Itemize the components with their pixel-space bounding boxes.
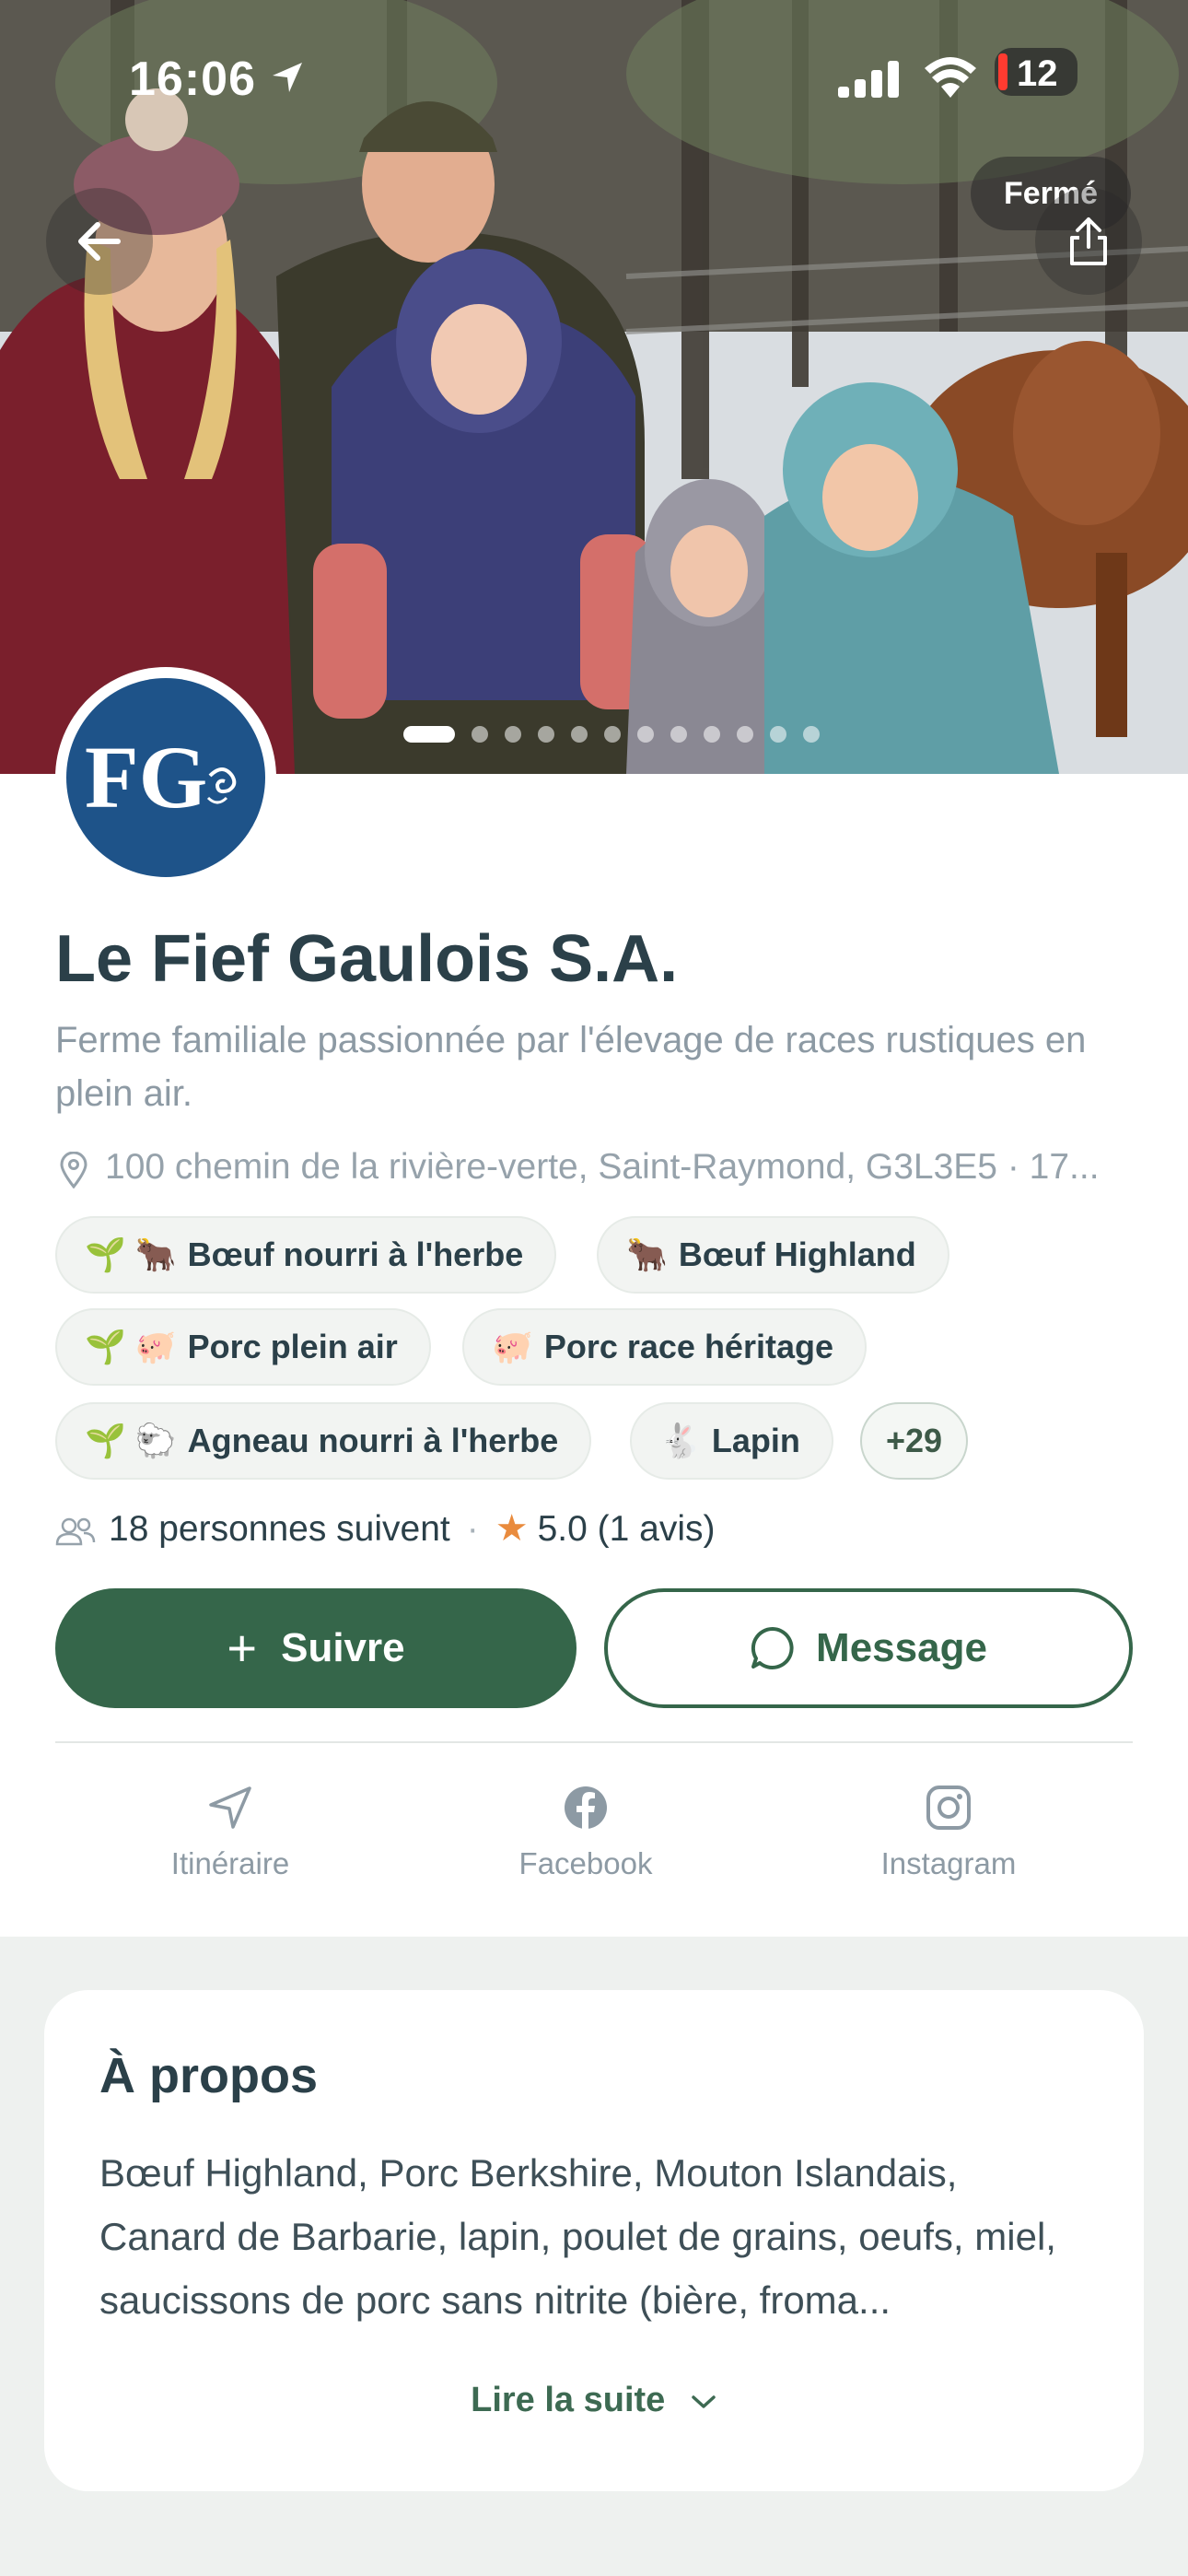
directions-link[interactable]: Itinéraire (111, 1782, 350, 1881)
tag-label: Porc plein air (187, 1328, 398, 1365)
tag-chip[interactable]: 🌱 🐑 Agneau nourri à l'herbe (55, 1402, 592, 1480)
chevron-down-icon (692, 2395, 716, 2408)
address-text: 100 chemin de la rivière-verte, Saint-Ra… (105, 1147, 1100, 1187)
farm-tagline: Ferme familiale passionnée par l'élevage… (55, 1020, 1087, 1114)
follower-rating-stats: 18 personnes suivent · ★ 5.0 (1 avis) (55, 1505, 716, 1551)
people-icon (55, 1517, 96, 1545)
instagram-link[interactable]: Instagram (829, 1782, 1068, 1881)
carousel-dot[interactable] (704, 726, 720, 743)
facebook-link[interactable]: Facebook (466, 1782, 705, 1881)
tag-label: Lapin (711, 1422, 800, 1459)
carousel-dot[interactable] (770, 726, 786, 743)
svg-text:FG: FG (85, 728, 207, 826)
battery-level: 12 (1017, 53, 1058, 94)
message-label: Message (816, 1625, 987, 1670)
tag-emoji: 🐂 (626, 1235, 668, 1273)
carousel-dot[interactable] (403, 726, 455, 743)
instagram-label: Instagram (880, 1846, 1017, 1880)
status-bar: 16:06 12 (0, 0, 1188, 157)
back-button[interactable] (46, 188, 153, 295)
status-time: 16:06 (129, 53, 256, 106)
tag-chip[interactable]: 🌱 🐖 Porc plein air (55, 1308, 431, 1386)
follow-label: Suivre (281, 1625, 405, 1670)
wifi-icon (925, 57, 976, 98)
facebook-label: Facebook (518, 1846, 653, 1880)
share-button[interactable] (1035, 188, 1142, 295)
farm-name: Le Fief Gaulois S.A. (55, 922, 679, 996)
carousel-dot[interactable] (571, 726, 588, 743)
rating-value[interactable]: 5.0 (1 avis) (538, 1509, 716, 1549)
instagram-icon (926, 1786, 971, 1830)
chat-bubble-icon (751, 1626, 794, 1669)
farm-logo-avatar: FG (55, 667, 276, 888)
star-icon: ★ (495, 1508, 529, 1549)
battery-indicator: 12 (995, 48, 1077, 96)
facebook-icon (565, 1786, 607, 1829)
plus-icon: + (227, 1619, 258, 1677)
carousel-dot[interactable] (472, 726, 488, 743)
tag-label: Porc race héritage (543, 1328, 833, 1365)
hero-photo-carousel[interactable]: 16:06 12 Fermé (0, 0, 1188, 774)
tag-chip[interactable]: 🐂 Bœuf Highland (597, 1216, 949, 1294)
carousel-dot[interactable] (737, 726, 753, 743)
tag-label: Bœuf Highland (678, 1235, 916, 1273)
read-more-label: Lire la suite (471, 2381, 666, 2419)
tag-emoji: 🌱 🐑 (85, 1422, 177, 1459)
tag-emoji: 🐖 (492, 1328, 533, 1365)
arrow-left-icon (78, 222, 121, 261)
tag-emoji: 🌱 🐖 (85, 1328, 177, 1365)
tag-chip[interactable]: 🌱 🐂 Bœuf nourri à l'herbe (55, 1216, 557, 1294)
about-card: À propos Bœuf Highland, Porc Berkshire, … (44, 1990, 1144, 2491)
about-title: À propos (99, 2048, 318, 2103)
about-text: Bœuf Highland, Porc Berkshire, Mouton Is… (99, 2151, 1056, 2322)
tag-emoji: 🌱 🐂 (85, 1235, 177, 1273)
directions-label: Itinéraire (170, 1846, 290, 1880)
carousel-dot[interactable] (538, 726, 554, 743)
tag-label: Agneau nourri à l'herbe (187, 1422, 559, 1459)
carousel-dot[interactable] (670, 726, 687, 743)
tag-chip[interactable]: 🐖 Porc race héritage (462, 1308, 867, 1386)
farm-logo: FG (85, 728, 237, 826)
tag-chip[interactable]: 🐇 Lapin (630, 1402, 833, 1480)
follow-button[interactable]: + Suivre (55, 1588, 577, 1708)
read-more-button[interactable]: Lire la suite (44, 2381, 1144, 2420)
farm-address[interactable]: 100 chemin de la rivière-verte, Saint-Ra… (55, 1142, 1142, 1192)
carousel-dot[interactable] (803, 726, 820, 743)
share-icon (1070, 217, 1107, 265)
carousel-dot[interactable] (637, 726, 654, 743)
carousel-dot[interactable] (604, 726, 621, 743)
tag-emoji: 🐇 (659, 1422, 701, 1459)
location-arrow-icon (273, 63, 302, 92)
message-button[interactable]: Message (604, 1588, 1133, 1708)
stats-separator: · (466, 1509, 479, 1549)
location-pin-icon (60, 1152, 87, 1188)
followers-count[interactable]: 18 personnes suivent (109, 1509, 450, 1549)
tag-label: Bœuf nourri à l'herbe (187, 1235, 524, 1273)
more-tags-button[interactable]: +29 (860, 1402, 969, 1480)
navigation-arrow-icon (209, 1786, 251, 1829)
cellular-signal-icon (838, 61, 899, 98)
carousel-dot[interactable] (505, 726, 521, 743)
divider (55, 1741, 1133, 1743)
